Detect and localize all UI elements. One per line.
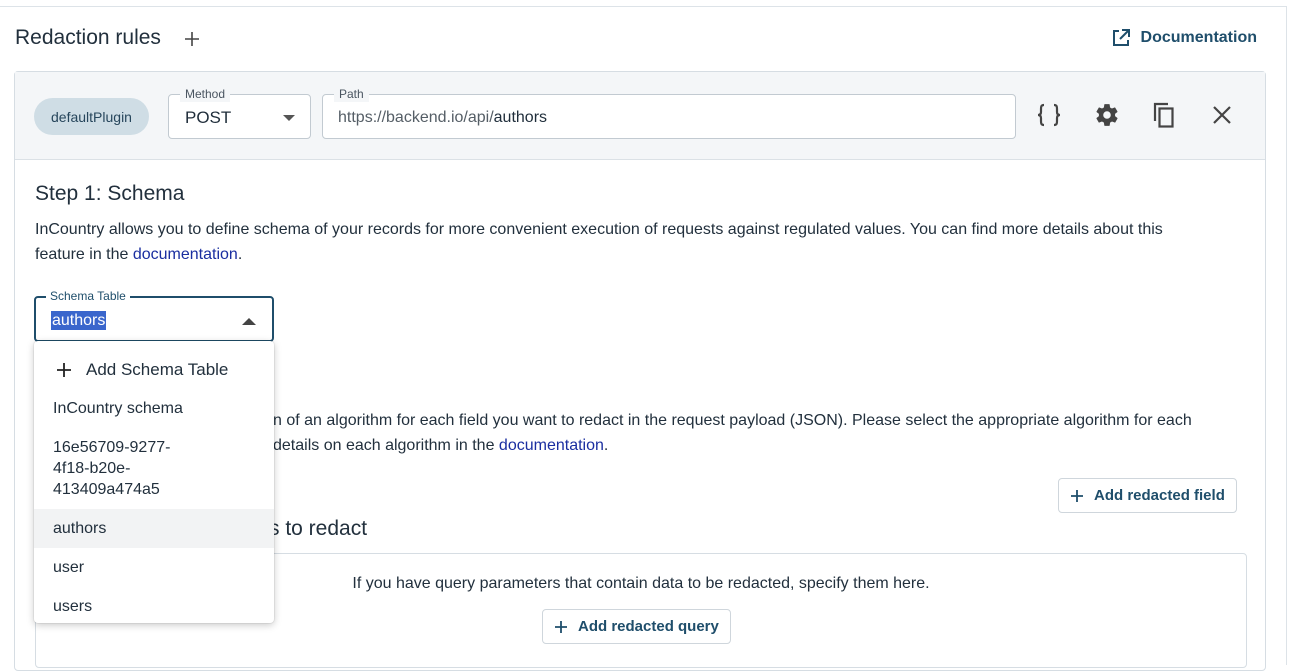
schema-table-dropdown: Add Schema Table InCountry schema 16e567… [34, 341, 274, 623]
add-redacted-query-label: Add redacted query [578, 618, 719, 635]
step2-description: n of an algorithm for each field you wan… [273, 408, 1192, 458]
documentation-link[interactable]: Documentation [1111, 28, 1257, 48]
code-braces-button[interactable] [1034, 100, 1064, 130]
gear-icon [1096, 104, 1118, 126]
path-input[interactable]: Path https://backend.io/api/authors [322, 86, 1016, 139]
step2-desc-line1: n of an algorithm for each field you wan… [273, 412, 1192, 429]
add-redacted-field-button[interactable]: Add redacted field [1058, 478, 1237, 513]
step2-doc-link[interactable]: documentation [499, 437, 604, 454]
settings-button[interactable] [1092, 100, 1122, 130]
dropdown-option[interactable]: user [34, 548, 274, 587]
add-rule-button[interactable] [180, 27, 204, 51]
path-value: https://backend.io/api/authors [338, 109, 547, 127]
close-button[interactable] [1207, 100, 1237, 130]
step1-title: Step 1: Schema [35, 182, 185, 205]
query-section-title: s to redact [269, 517, 368, 540]
step1-doc-link[interactable]: documentation [133, 246, 238, 263]
documentation-label: Documentation [1140, 29, 1257, 46]
add-schema-table-option[interactable]: Add Schema Table [34, 350, 274, 389]
step1-desc-line1: InCountry allows you to define schema of… [35, 221, 1163, 238]
method-label: Method [180, 86, 231, 102]
external-link-icon [1112, 29, 1130, 46]
plus-icon [185, 32, 199, 46]
chevron-down-icon [283, 115, 295, 121]
plugin-chip[interactable]: defaultPlugin [34, 98, 149, 135]
code-braces-icon [1037, 103, 1061, 127]
plus-icon [1071, 489, 1083, 502]
dropdown-option[interactable]: InCountry schema [34, 389, 274, 428]
dropdown-option[interactable]: authors [34, 509, 274, 548]
step2-desc-period: . [603, 437, 609, 454]
plus-icon [555, 620, 567, 633]
add-redacted-field-label: Add redacted field [1094, 487, 1225, 504]
copy-icon [1153, 102, 1174, 128]
path-label: Path [334, 86, 369, 102]
chevron-up-icon [242, 318, 256, 325]
rule-header: defaultPlugin Method POST Path https://b… [15, 72, 1265, 160]
duplicate-button[interactable] [1149, 100, 1179, 130]
step2-desc-line2: details on each algorithm in the [273, 437, 499, 454]
add-redacted-query-button[interactable]: Add redacted query [542, 609, 731, 644]
plus-icon [57, 362, 71, 377]
path-route: authors [493, 109, 548, 126]
step1-description: InCountry allows you to define schema of… [35, 217, 1163, 267]
step1-desc-line2: feature in the [35, 246, 133, 263]
method-select[interactable]: Method POST [168, 86, 311, 139]
dropdown-option[interactable]: users [34, 587, 274, 626]
close-icon [1213, 106, 1231, 124]
schema-table-value: authors [51, 311, 107, 330]
step1-desc-period: . [237, 246, 243, 263]
dropdown-option[interactable]: 16e56709-9277-4f18-b20e-413409a474a5 [34, 428, 214, 509]
schema-table-label: Schema Table [46, 288, 130, 304]
add-schema-table-label: Add Schema Table [86, 360, 229, 379]
method-value: POST [185, 108, 232, 127]
schema-table-select[interactable]: Schema Table authors [34, 288, 274, 342]
page-title: Redaction rules [15, 26, 161, 49]
path-base: https://backend.io/api/ [338, 109, 494, 126]
